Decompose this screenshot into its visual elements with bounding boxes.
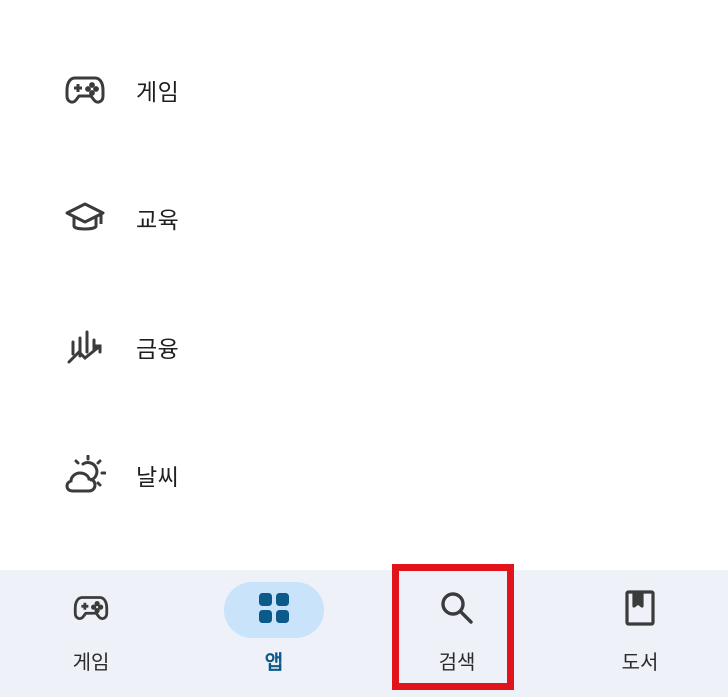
nav-tab-search[interactable]: 검색: [377, 570, 537, 697]
nav-pill: [41, 582, 141, 638]
nav-label: 게임: [72, 650, 110, 674]
nav-label: 앱: [264, 650, 284, 674]
category-item-finance[interactable]: 금융: [0, 297, 728, 397]
nav-pill-active: [224, 582, 324, 638]
category-item-games[interactable]: 게임: [0, 40, 728, 140]
nav-pill: [590, 582, 690, 638]
category-item-education[interactable]: 교육: [0, 168, 728, 268]
nav-tab-apps[interactable]: 앱: [194, 570, 354, 697]
book-icon: [625, 590, 655, 630]
nav-tab-games[interactable]: 게임: [11, 570, 171, 697]
category-label: 교육: [136, 208, 180, 234]
weather-sun-cloud-icon: [63, 453, 107, 497]
category-label: 날씨: [136, 465, 180, 491]
graduation-cap-icon: [63, 196, 107, 240]
category-item-weather[interactable]: 날씨: [0, 425, 728, 525]
apps-grid-icon: [258, 592, 290, 628]
category-list: 게임 교육 금융 날씨: [0, 0, 728, 570]
nav-label: 도서: [621, 650, 659, 674]
bottom-navigation: 게임 앱 검색 도서: [0, 570, 728, 697]
nav-tab-books[interactable]: 도서: [560, 570, 720, 697]
finance-chart-icon: [63, 325, 107, 369]
nav-pill: [407, 582, 507, 638]
gamepad-icon: [73, 594, 109, 626]
category-label: 금융: [136, 337, 180, 363]
category-label: 게임: [136, 80, 180, 106]
search-icon: [440, 591, 474, 629]
gamepad-icon: [63, 68, 107, 112]
nav-label: 검색: [438, 650, 476, 674]
